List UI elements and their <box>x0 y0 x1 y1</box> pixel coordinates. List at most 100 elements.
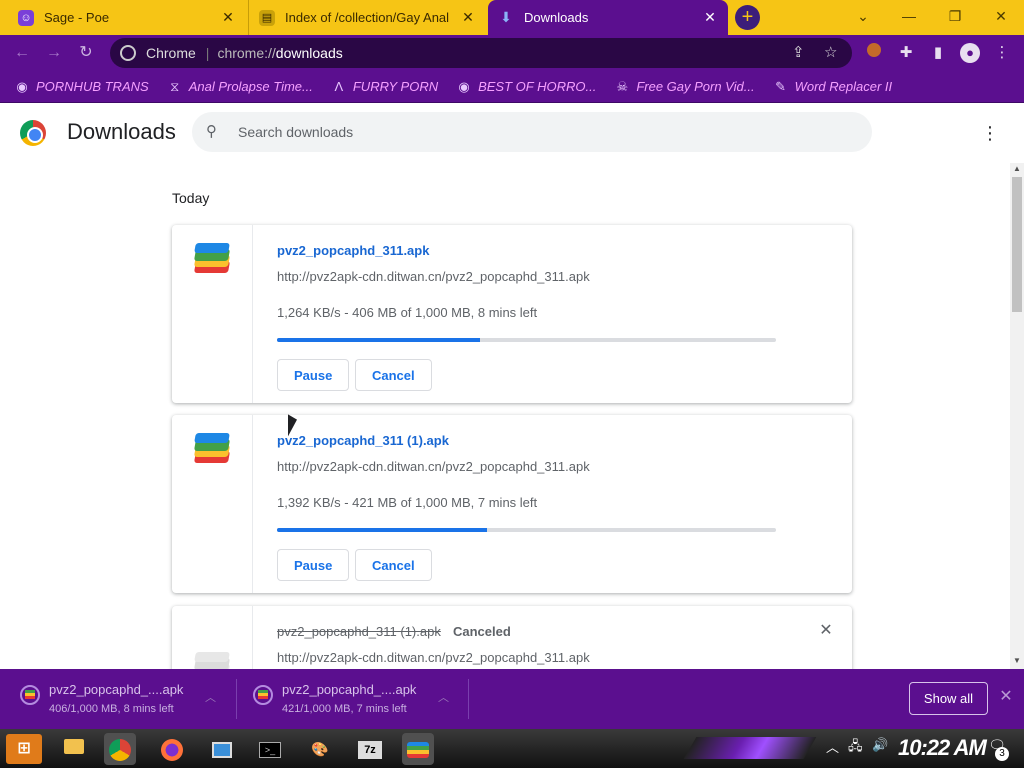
close-shelf-icon[interactable]: ✕ <box>996 687 1016 707</box>
bookmark-label: Anal Prolapse Time... <box>188 79 313 94</box>
file-name-canceled: pvz2_popcaphd_311 (1).apk <box>277 624 441 639</box>
shelf-file-status: 421/1,000 MB, 7 mins left <box>282 703 407 715</box>
profile-icon[interactable]: ● <box>958 41 982 65</box>
chrome-taskbar-icon[interactable] <box>104 733 136 765</box>
bluestacks-file-icon <box>20 685 40 705</box>
page-scrollbar[interactable]: ▲ ▼ <box>1010 163 1024 669</box>
notification-icon[interactable]: 🗨 3 <box>985 737 1009 761</box>
cancel-button[interactable]: Cancel <box>355 549 432 581</box>
close-tab-icon[interactable]: ✕ <box>460 9 476 26</box>
pause-button[interactable]: Pause <box>277 549 350 581</box>
section-date: Today <box>172 190 210 206</box>
pause-button[interactable]: Pause <box>277 359 350 391</box>
progress-bar <box>277 528 776 532</box>
scroll-up-arrow-icon[interactable]: ▲ <box>1010 163 1024 175</box>
bookmark-item[interactable]: ◉ BEST OF HORRO... <box>456 79 596 95</box>
globe-icon: ◉ <box>458 78 470 94</box>
show-all-button[interactable]: Show all <box>909 682 988 715</box>
search-box[interactable]: ⚲ <box>192 112 872 152</box>
address-bar[interactable]: Chrome | chrome://downloads ⇪ ☆ <box>110 38 852 68</box>
download-card: pvz2_popcaphd_311.apk http://pvz2apk-cdn… <box>172 225 852 403</box>
side-panel-icon[interactable]: ▮ <box>926 41 950 65</box>
shelf-file-name: pvz2_popcaphd_....apk <box>49 682 184 697</box>
canceled-status: Canceled <box>453 624 511 639</box>
tab-sage-poe[interactable]: ☺ Sage - Poe ✕ <box>8 0 246 35</box>
chevron-up-icon[interactable]: ︿ <box>438 689 449 705</box>
forward-icon[interactable]: → <box>42 41 66 65</box>
volume-icon[interactable]: 🔊 <box>872 737 888 753</box>
windows-taskbar: ⊞ >_ 🎨 7z ︿ 🖧 🔊 10:22 AM 🗨 3 <box>0 729 1024 768</box>
profile-avatar-extension[interactable] <box>862 41 886 65</box>
close-tab-icon[interactable]: ✕ <box>220 9 236 26</box>
bluestacks-taskbar-icon[interactable] <box>402 733 434 765</box>
start-button[interactable]: ⊞ <box>6 734 42 764</box>
bookmark-label: FURRY PORN <box>352 79 439 94</box>
file-name-link[interactable]: pvz2_popcaphd_311.apk <box>277 243 429 258</box>
search-icon: ⚲ <box>206 123 217 140</box>
bookmarks-bar: ◉ PORNHUB TRANS ⧖ Anal Prolapse Time... ΛF… <box>0 71 1024 103</box>
lambda-icon: Λ <box>334 78 344 94</box>
poe-icon: ☺ <box>18 9 34 26</box>
bookmark-item[interactable]: ✎ Word Replacer II <box>773 79 892 95</box>
more-actions-icon[interactable]: ⋮ <box>978 121 1002 145</box>
extensions-puzzle-icon[interactable]: ✚ <box>894 41 918 65</box>
skull-icon: ☠ <box>616 78 629 94</box>
page-title: Downloads <box>67 119 176 144</box>
url-path: downloads <box>275 45 343 61</box>
paint-icon[interactable]: 🎨 <box>304 733 336 765</box>
file-url[interactable]: http://pvz2apk-cdn.ditwan.cn/pvz2_popcap… <box>277 269 590 284</box>
command-prompt-icon[interactable]: >_ <box>254 733 286 765</box>
download-card: pvz2_popcaphd_311 (1).apk http://pvz2apk… <box>172 415 852 593</box>
close-tab-icon[interactable]: ✕ <box>702 9 718 26</box>
bookmark-item[interactable]: ◉ PORNHUB TRANS <box>14 79 149 95</box>
close-window-icon[interactable]: ✕ <box>978 0 1024 35</box>
browser-toolbar: ← → ↻ Chrome | chrome://downloads ⇪ ☆ ✚ … <box>0 35 1024 71</box>
url-scheme: chrome:// <box>217 45 276 61</box>
site-label: Chrome <box>146 45 196 61</box>
separator: | <box>205 45 210 61</box>
bookmark-star-icon[interactable]: ☆ <box>824 38 837 68</box>
search-input[interactable] <box>238 124 838 140</box>
network-icon[interactable]: 🖧 <box>848 737 863 759</box>
show-hidden-icons-icon[interactable]: ︿ <box>826 737 839 756</box>
back-icon[interactable]: ← <box>10 41 34 65</box>
bookmark-item[interactable]: ☠ Free Gay Porn Vid... <box>614 79 754 95</box>
scroll-down-arrow-icon[interactable]: ▼ <box>1010 655 1024 667</box>
bookmark-label: PORNHUB TRANS <box>36 79 149 94</box>
cancel-button[interactable]: Cancel <box>355 359 432 391</box>
taskbar-clock[interactable]: 10:22 AM <box>898 735 987 761</box>
scrollbar-thumb[interactable] <box>1012 177 1022 312</box>
chrome-menu-icon[interactable]: ⋮ <box>990 41 1014 65</box>
firefox-icon[interactable] <box>156 733 188 765</box>
tab-search-icon[interactable]: ⌄ <box>840 0 886 35</box>
image-viewer-icon[interactable] <box>206 733 238 765</box>
progress-fill <box>277 338 480 342</box>
minimize-icon[interactable]: — <box>886 0 932 35</box>
new-tab-button[interactable]: + <box>735 5 760 30</box>
restore-icon[interactable]: ❐ <box>932 0 978 35</box>
hourglass-icon: ⧖ <box>170 78 180 94</box>
tab-index-collection[interactable]: ▤ Index of /collection/Gay Anal ✕ <box>248 0 486 35</box>
tab-downloads[interactable]: ⬇ Downloads ✕ <box>488 0 728 35</box>
share-icon[interactable]: ⇪ <box>792 38 805 68</box>
bookmark-label: BEST OF HORRO... <box>478 79 597 94</box>
bookmark-label: Free Gay Porn Vid... <box>636 79 755 94</box>
chrome-site-icon <box>120 45 136 61</box>
bluestacks-file-icon <box>193 433 231 465</box>
remove-from-list-icon[interactable]: ✕ <box>817 622 835 640</box>
file-name-link[interactable]: pvz2_popcaphd_311 (1).apk <box>277 433 449 448</box>
bookmark-item[interactable]: Λ FURRY PORN <box>331 78 439 95</box>
notification-badge: 3 <box>995 747 1009 761</box>
tab-strip: ☺ Sage - Poe ✕ ▤ Index of /collection/Ga… <box>0 0 1024 35</box>
download-card-canceled: pvz2_popcaphd_311 (1).apk Canceled http:… <box>172 606 852 669</box>
shelf-item[interactable]: pvz2_popcaphd_....apk 406/1,000 MB, 8 mi… <box>0 669 230 729</box>
reload-icon[interactable]: ↻ <box>74 41 98 65</box>
file-explorer-icon[interactable] <box>58 733 90 765</box>
downloads-list: Today pvz2_popcaphd_311.apk http://pvz2a… <box>0 163 1010 669</box>
7zip-icon[interactable]: 7z <box>354 733 386 765</box>
bookmark-item[interactable]: ⧖ Anal Prolapse Time... <box>167 79 313 95</box>
shelf-item[interactable]: pvz2_popcaphd_....apk 421/1,000 MB, 7 mi… <box>233 669 463 729</box>
file-url[interactable]: http://pvz2apk-cdn.ditwan.cn/pvz2_popcap… <box>277 459 590 474</box>
file-url[interactable]: http://pvz2apk-cdn.ditwan.cn/pvz2_popcap… <box>277 650 590 665</box>
chevron-up-icon[interactable]: ︿ <box>205 689 216 705</box>
